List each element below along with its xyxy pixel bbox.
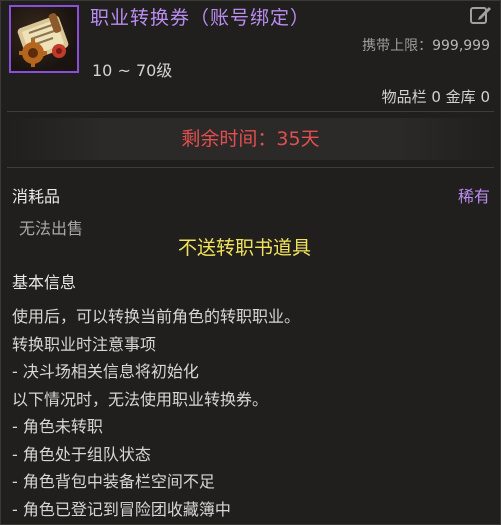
info-line: - 角色处于组队状态	[12, 444, 151, 464]
rarity-badge: 稀有	[457, 187, 490, 206]
basic-info-list: 使用后，可以转换当前角色的转职职业。 转换职业时注意事项 - 决斗场相关信息将初…	[12, 303, 300, 523]
carry-limit: 携带上限：999,999	[362, 35, 490, 55]
info-line: - 角色背包中装备栏空间不足	[12, 472, 215, 491]
level-range: 10 ~ 70级	[92, 61, 173, 80]
edit-icon[interactable]	[470, 5, 492, 25]
info-line: - 决斗场相关信息将初始化	[12, 362, 199, 381]
info-line: 使用后，可以转换当前角色的转职职业。	[12, 307, 301, 326]
trade-restriction: 无法出售	[19, 219, 84, 238]
remaining-time: 剩余时间：35天	[7, 118, 494, 160]
item-category: 消耗品	[12, 187, 61, 206]
info-line: - 角色已登记到冒险团收藏簿中	[12, 499, 231, 519]
divider	[7, 167, 494, 168]
info-line: - 角色未转职	[12, 417, 103, 436]
inventory-count: 物品栏 0 金库 0	[381, 88, 490, 106]
notice-text: 不送转职书道具	[178, 237, 312, 259]
carry-limit-value: 999,999	[432, 38, 490, 54]
info-line: 转换职业时注意事项	[12, 334, 157, 354]
item-tooltip: 职业转换券（账号绑定） 携带上限：999,999 10 ~ 70级 物品栏 0 …	[0, 0, 501, 525]
divider	[7, 111, 494, 112]
item-title: 职业转换券（账号绑定）	[90, 7, 311, 29]
basic-info-title: 基本信息	[12, 273, 77, 292]
carry-limit-label: 携带上限：	[362, 38, 433, 54]
info-line: 以下情况时，无法使用职业转换券。	[12, 389, 269, 409]
scroll-gear-icon	[9, 5, 79, 73]
